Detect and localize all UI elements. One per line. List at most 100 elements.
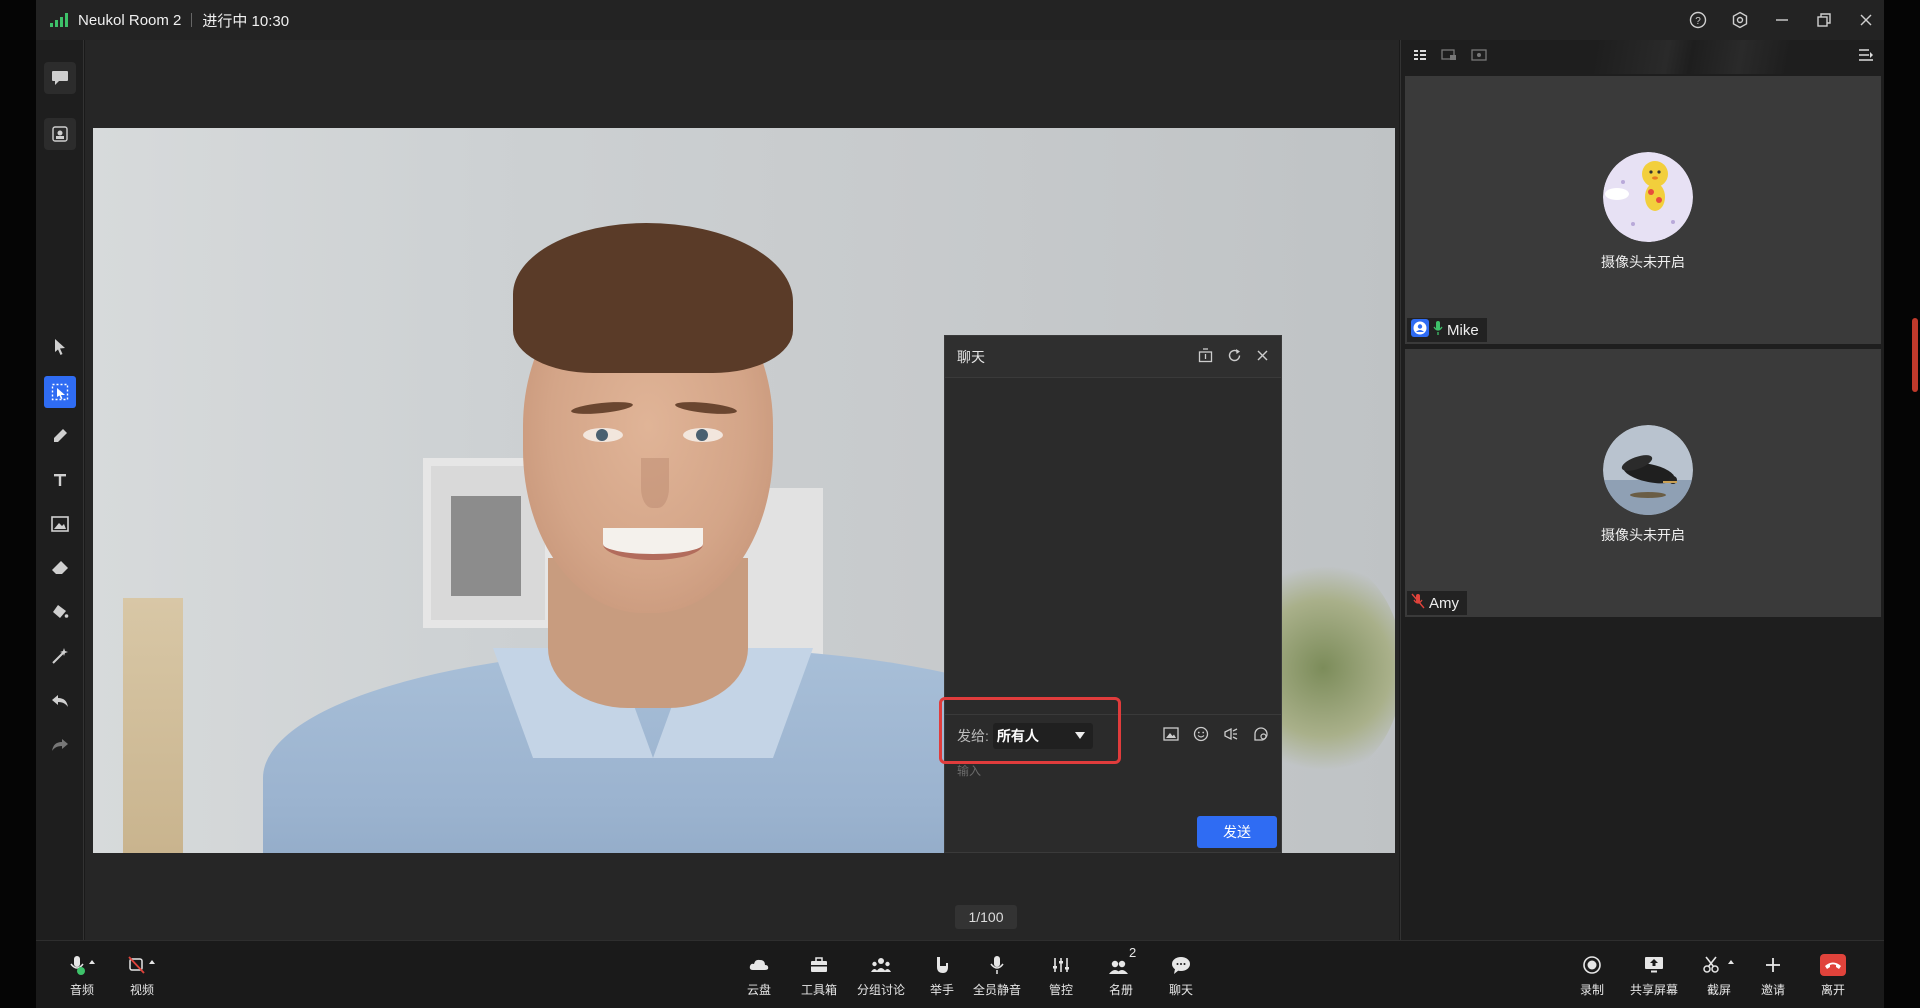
invite-button[interactable]: 邀请 (1747, 941, 1799, 1008)
roster-label: 名册 (1108, 982, 1133, 997)
close-icon[interactable] (1856, 10, 1876, 30)
chat-title: 聊天 (957, 348, 985, 365)
pen-icon[interactable] (44, 420, 76, 452)
collapse-list-icon[interactable] (1858, 48, 1874, 67)
participant-name: Mike (1447, 321, 1479, 339)
whiteboard-toolbar (36, 40, 84, 940)
speaker-view-icon[interactable] (1441, 48, 1457, 67)
participant-panel: 摄像头未开启 Mike 摄像头未开启 Amy (1400, 40, 1884, 940)
title-bar: Neukol Room 2 进行中 10:30 ? (36, 0, 1884, 40)
send-button[interactable]: 发送 (1197, 816, 1277, 848)
video-label: 视频 (129, 982, 154, 997)
toolbox-icon (809, 953, 829, 977)
image-icon[interactable] (44, 508, 76, 540)
record-icon (1582, 953, 1602, 977)
restore-icon[interactable] (1814, 10, 1834, 30)
toolbox-label: 工具箱 (800, 982, 837, 997)
raise-hand-button[interactable]: 举手 (916, 941, 968, 1008)
chat-button[interactable]: 聊天 (1155, 941, 1207, 1008)
title-divider (191, 13, 193, 27)
chat-header: 聊天 (945, 336, 1281, 378)
announcement-icon[interactable] (1223, 726, 1239, 747)
window-edge-right (1884, 0, 1920, 1008)
share-screen-icon (1643, 953, 1665, 977)
hangup-icon (1820, 953, 1846, 977)
chat-close-icon[interactable] (1256, 349, 1269, 365)
breakout-label: 分组讨论 (856, 982, 905, 997)
cloud-drive-label: 云盘 (746, 982, 771, 997)
sliders-icon (1051, 953, 1071, 977)
cloud-drive-button[interactable]: 云盘 (733, 941, 785, 1008)
popout-icon[interactable] (1198, 348, 1213, 366)
mute-all-label: 全员静音 (972, 982, 1021, 997)
participant-tile[interactable]: 摄像头未开启 Amy (1405, 349, 1881, 617)
breakout-button[interactable]: 分组讨论 (848, 941, 914, 1008)
window-controls: ? (1688, 0, 1876, 40)
undo-icon[interactable] (44, 684, 76, 716)
app-title: Neukol Room 2 (78, 11, 182, 29)
controls-button[interactable]: 管控 (1035, 941, 1087, 1008)
group-icon (870, 953, 892, 977)
eraser-icon[interactable] (44, 552, 76, 584)
share-screen-button[interactable]: 共享屏幕 (1620, 941, 1688, 1008)
mic-on-icon (1433, 320, 1443, 340)
highlight-annotation (939, 697, 1121, 764)
emoji-icon[interactable] (1193, 726, 1209, 747)
camera-off-label: 摄像头未开启 (1601, 254, 1685, 270)
mic-muted-icon (1411, 593, 1425, 613)
meeting-toolbar: 音频 视频 云盘 工具箱 分组讨论 举手 全员静音 管控 名册 2 聊天 录制 (36, 940, 1884, 1008)
grid-view-icon[interactable] (1413, 48, 1427, 67)
avatar (1603, 152, 1693, 242)
share-screen-label: 共享屏幕 (1629, 982, 1678, 997)
scrollbar-thumb[interactable] (1912, 318, 1918, 392)
raise-hand-label: 举手 (929, 982, 954, 997)
svg-text:?: ? (1695, 16, 1701, 27)
settings-icon[interactable] (1730, 10, 1750, 30)
raise-hand-icon (932, 953, 952, 977)
refresh-icon[interactable] (1227, 348, 1242, 366)
cloud-icon (748, 953, 770, 977)
record-label: 录制 (1579, 982, 1604, 997)
audio-label: 音频 (69, 982, 94, 997)
focus-view-icon[interactable] (1471, 48, 1487, 67)
meeting-status: 进行中 10:30 (202, 12, 290, 30)
microphone-icon (67, 953, 97, 977)
leave-button[interactable]: 离开 (1807, 941, 1859, 1008)
chat-input[interactable]: 输入 (957, 762, 981, 779)
screen-capture-icon[interactable] (44, 118, 76, 150)
chat-messages[interactable] (945, 378, 1281, 714)
roster-count-badge: 2 (1129, 945, 1137, 960)
chat-settings-icon[interactable] (1253, 726, 1269, 747)
screenshot-label: 截屏 (1706, 982, 1731, 997)
scissors-icon (1702, 953, 1736, 977)
minimize-icon[interactable] (1772, 10, 1792, 30)
screenshot-button[interactable]: 截屏 (1688, 941, 1750, 1008)
participant-nameplate: Amy (1407, 591, 1467, 615)
chat-bubble-icon[interactable] (44, 62, 76, 94)
chat-icon (1170, 953, 1192, 977)
text-icon[interactable] (44, 464, 76, 496)
video-button[interactable]: 视频 (114, 941, 170, 1008)
leave-label: 离开 (1820, 982, 1845, 997)
mute-all-button[interactable]: 全员静音 (965, 941, 1029, 1008)
select-icon[interactable] (44, 376, 76, 408)
window-edge-left (0, 0, 36, 1008)
camera-off-label: 摄像头未开启 (1601, 527, 1685, 543)
roster-button[interactable]: 名册 (1095, 941, 1147, 1008)
help-icon[interactable]: ? (1688, 10, 1708, 30)
redo-icon[interactable] (44, 728, 76, 760)
audio-button[interactable]: 音频 (54, 941, 110, 1008)
page-indicator: 1/100 (955, 905, 1017, 929)
invite-label: 邀请 (1760, 982, 1785, 997)
record-button[interactable]: 录制 (1566, 941, 1618, 1008)
toolbox-button[interactable]: 工具箱 (793, 941, 845, 1008)
pointer-icon[interactable] (44, 331, 76, 363)
magic-wand-icon[interactable] (44, 640, 76, 672)
mute-all-icon (987, 953, 1007, 977)
participant-tile[interactable]: 摄像头未开启 Mike (1405, 76, 1881, 344)
avatar (1603, 425, 1693, 515)
chat-label: 聊天 (1168, 982, 1193, 997)
send-image-icon[interactable] (1163, 726, 1179, 746)
paint-bucket-icon[interactable] (44, 596, 76, 628)
plus-icon (1764, 953, 1782, 977)
